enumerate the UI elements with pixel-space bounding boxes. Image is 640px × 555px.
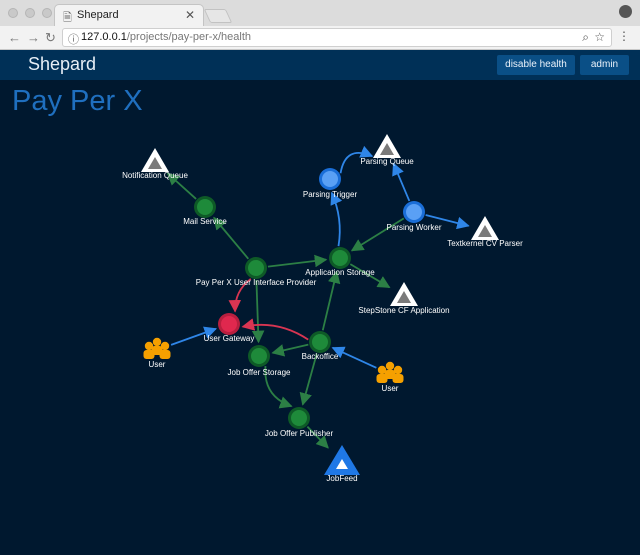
node-ui-provider[interactable]: Pay Per X User Interface Provider <box>196 257 317 287</box>
dependency-graph: Notification Queue Mail Service Parsing Qu… <box>122 134 523 483</box>
admin-button[interactable]: admin <box>580 55 629 75</box>
new-tab-button[interactable] <box>203 9 233 23</box>
node-label: User <box>382 384 399 393</box>
edge-ui-provider-to-job-offer-storage <box>251 279 265 344</box>
node-stepstone-cf[interactable]: StepStone CF Application <box>358 282 450 315</box>
node-core <box>197 199 213 215</box>
node-application-storage[interactable]: Application Storage <box>305 247 375 277</box>
node-label: Parsing Queue <box>360 157 414 166</box>
node-label: Notification Queue <box>122 171 188 180</box>
node-user-right[interactable]: User <box>376 361 404 393</box>
node-job-offer-publisher[interactable]: Job Offer Publisher <box>265 407 334 438</box>
disable-health-button[interactable]: disable health <box>497 55 575 75</box>
node-label: Backoffice <box>302 352 339 361</box>
node-label: StepStone CF Application <box>358 306 449 315</box>
app-brand[interactable]: Shepard <box>28 54 96 75</box>
node-core <box>406 204 422 220</box>
close-window-button[interactable] <box>8 8 18 18</box>
user-body <box>384 370 396 379</box>
node-label: User Gateway <box>204 334 255 343</box>
node-label: Pay Per X User Interface Provider <box>196 278 317 287</box>
node-job-offer-storage[interactable]: Job Offer Storage <box>228 345 292 377</box>
tab-title: Shepard <box>77 9 119 21</box>
forward-icon[interactable]: → <box>27 30 40 45</box>
maximize-window-button[interactable] <box>42 8 52 18</box>
window-controls <box>8 8 52 18</box>
node-label: Application Storage <box>305 268 375 277</box>
node-label: JobFeed <box>326 474 357 483</box>
node-label: Parsing Worker <box>387 223 442 232</box>
node-notification-queue[interactable]: Notification Queue <box>122 148 188 180</box>
node-user-gateway[interactable]: User Gateway <box>204 313 255 343</box>
node-jobfeed[interactable]: JobFeed <box>324 445 360 483</box>
browser-chrome: 🗎 Shepard ✕ ← → ↻ ⓘ 127.0.0.1/projects/p… <box>0 0 640 50</box>
user-head <box>152 337 162 347</box>
user-head <box>385 361 395 371</box>
edge-user-right-to-backoffice <box>331 346 377 369</box>
node-core <box>221 316 237 332</box>
zoom-icon[interactable]: ⌕ <box>582 30 589 45</box>
profile-icon[interactable] <box>619 5 632 18</box>
edge-parsing-worker-to-parsing-queue <box>392 162 411 202</box>
browser-toolbar: ← → ↻ ⓘ 127.0.0.1/projects/pay-per-x/hea… <box>0 26 640 50</box>
edge-backoffice-to-application-storage <box>321 270 341 331</box>
node-core <box>332 250 348 266</box>
app-header: Shepard disable health admin <box>0 50 640 80</box>
tab-strip: 🗎 Shepard ✕ <box>0 0 640 26</box>
edge-backoffice-to-job-offer-publisher <box>299 353 318 406</box>
minimize-window-button[interactable] <box>25 8 35 18</box>
node-label: Textkernel CV Parser <box>447 239 523 248</box>
node-core <box>291 410 307 426</box>
browser-menu-icon[interactable]: ⋮ <box>618 29 630 43</box>
node-label: Job Offer Publisher <box>265 429 334 438</box>
node-label: Mail Service <box>183 217 227 226</box>
url-path: /projects/pay-per-x/health <box>126 31 251 43</box>
edge-application-storage-to-parsing-trigger <box>330 191 343 247</box>
back-icon[interactable]: ← <box>8 30 21 45</box>
node-label: User <box>149 360 166 369</box>
node-parsing-queue[interactable]: Parsing Queue <box>360 134 414 166</box>
url-host: 127.0.0.1 <box>81 31 127 43</box>
url-text: 127.0.0.1/projects/pay-per-x/health <box>81 31 251 43</box>
bookmark-star-icon[interactable]: ☆ <box>594 30 605 44</box>
reload-icon[interactable]: ↻ <box>45 30 56 46</box>
node-core <box>312 334 328 350</box>
node-label: Parsing Trigger <box>303 190 358 199</box>
node-backoffice[interactable]: Backoffice <box>302 331 339 361</box>
node-user-left[interactable]: User <box>143 337 171 369</box>
node-parsing-trigger[interactable]: Parsing Trigger <box>303 168 358 199</box>
node-textkernel-cv-parser[interactable]: Textkernel CV Parser <box>447 216 523 248</box>
node-core <box>322 171 338 187</box>
address-bar[interactable]: ⓘ 127.0.0.1/projects/pay-per-x/health ⌕ … <box>62 28 612 47</box>
node-core <box>251 348 267 364</box>
info-icon[interactable]: ⓘ <box>68 31 79 47</box>
close-tab-icon[interactable]: ✕ <box>185 8 195 22</box>
node-core <box>248 260 264 276</box>
edge-ui-provider-to-application-storage <box>267 254 328 268</box>
node-mail-service[interactable]: Mail Service <box>183 196 227 226</box>
browser-tab[interactable]: 🗎 Shepard ✕ <box>54 4 204 26</box>
node-label: Job Offer Storage <box>228 368 292 377</box>
user-body <box>151 346 163 355</box>
